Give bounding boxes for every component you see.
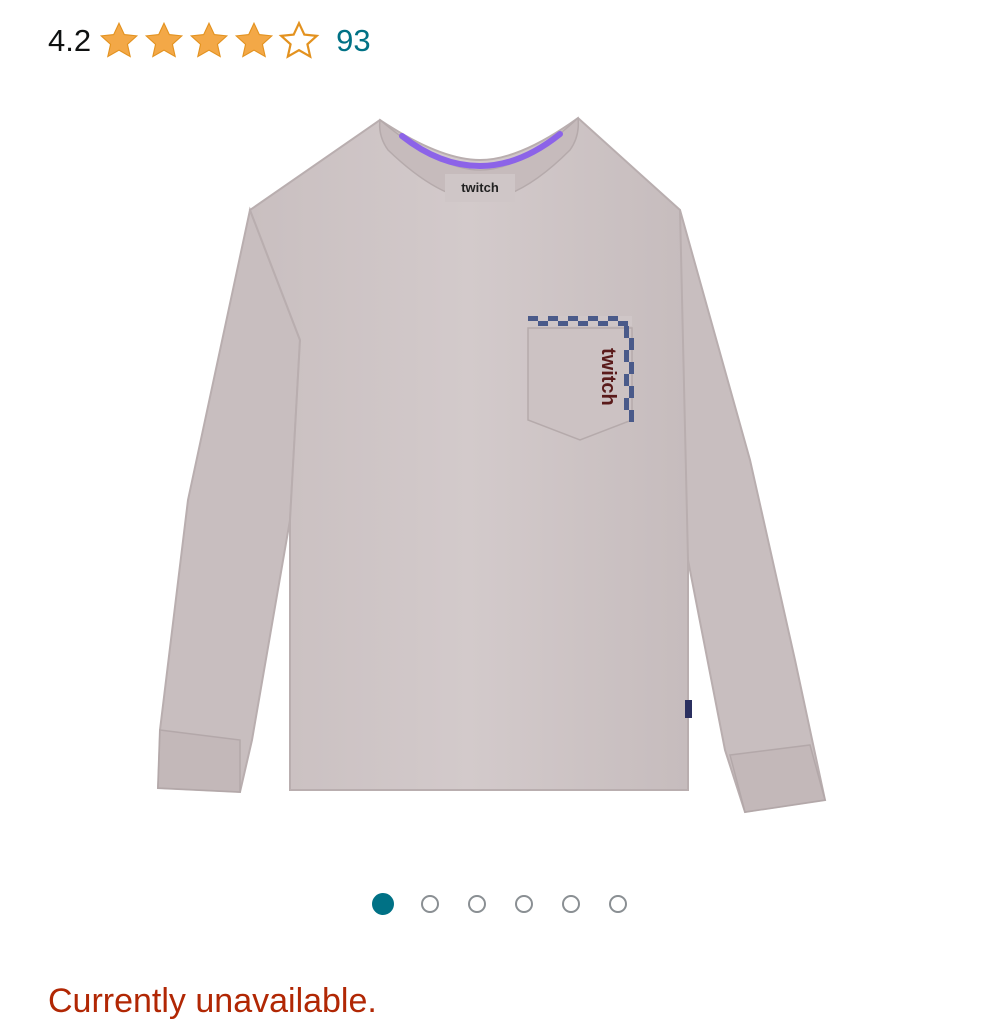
carousel-dot[interactable]: [372, 893, 394, 915]
star-rating[interactable]: [97, 19, 322, 63]
rating-value: 4.2: [48, 23, 92, 58]
carousel-dot[interactable]: [609, 895, 627, 913]
pocket-brand-text: twitch: [597, 348, 619, 406]
rating-row[interactable]: 4.2 93: [48, 18, 371, 64]
carousel-dot[interactable]: [421, 895, 439, 913]
availability-status: Currently unavailable.: [48, 982, 377, 1020]
image-carousel-dots[interactable]: [372, 893, 656, 915]
review-count-link[interactable]: 93: [336, 23, 370, 59]
shirt-body: [248, 116, 689, 791]
left-cuff: [157, 729, 241, 793]
product-image[interactable]: twitch twitch: [140, 100, 840, 830]
long-sleeve-shirt-image: twitch twitch: [156, 116, 827, 814]
right-cuff: [729, 744, 826, 813]
carousel-dot[interactable]: [515, 895, 533, 913]
carousel-dot[interactable]: [562, 895, 580, 913]
star-empty-icon: [277, 19, 321, 63]
carousel-dot[interactable]: [468, 895, 486, 913]
star-full-icon: [97, 19, 141, 63]
star-full-icon: [232, 19, 276, 63]
star-full-icon: [142, 19, 186, 63]
left-sleeve: [156, 206, 302, 794]
right-sleeve: [668, 209, 827, 814]
star-full-icon: [187, 19, 231, 63]
svg-text:twitch: twitch: [461, 180, 499, 195]
